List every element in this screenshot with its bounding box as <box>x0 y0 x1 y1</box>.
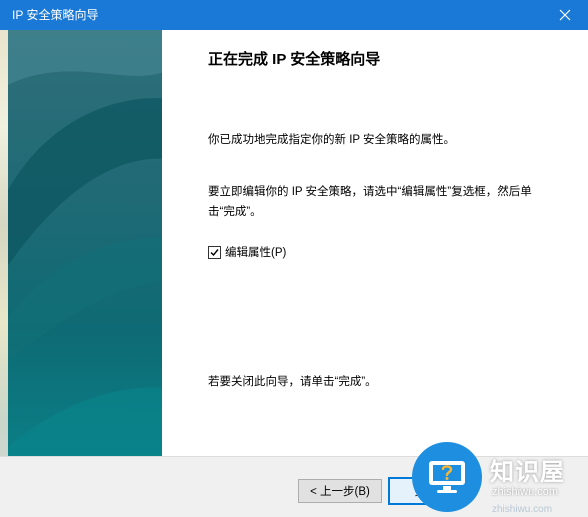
back-button[interactable]: < 上一步(B) <box>298 479 382 503</box>
checkmark-icon <box>210 248 219 256</box>
checkbox-box[interactable] <box>208 245 221 259</box>
edit-properties-label[interactable]: 编辑属性(P) <box>225 244 286 260</box>
title-bar: IP 安全策略向导 <box>0 0 588 30</box>
wizard-banner-image <box>8 30 162 456</box>
background-window-edge <box>0 30 8 516</box>
banner-divider <box>162 30 163 456</box>
watermark-brand: 知识屋 <box>490 459 565 486</box>
edit-properties-checkbox[interactable]: 编辑属性(P) <box>208 244 286 260</box>
page-heading: 正在完成 IP 安全策略向导 <box>208 51 381 68</box>
watermark-url: zhishiwu.com <box>492 486 559 498</box>
monitor-question-icon <box>412 442 482 512</box>
completed-text: 你已成功地完成指定你的新 IP 安全策略的属性。 <box>208 134 456 146</box>
watermark-url-faded: zhishiwu.com <box>492 504 553 515</box>
edit-instruction-text: 要立即编辑你的 IP 安全策略，请选中“编辑属性”复选框，然后单击“完成”。 <box>208 186 532 218</box>
window-title: IP 安全策略向导 <box>12 8 99 22</box>
close-instruction-text: 若要关闭此向导，请单击“完成”。 <box>208 376 377 388</box>
close-button[interactable] <box>542 0 588 30</box>
watermark-logo: 知识屋 zhishiwu.com zhishiwu.com <box>410 432 588 516</box>
close-icon <box>559 9 571 21</box>
